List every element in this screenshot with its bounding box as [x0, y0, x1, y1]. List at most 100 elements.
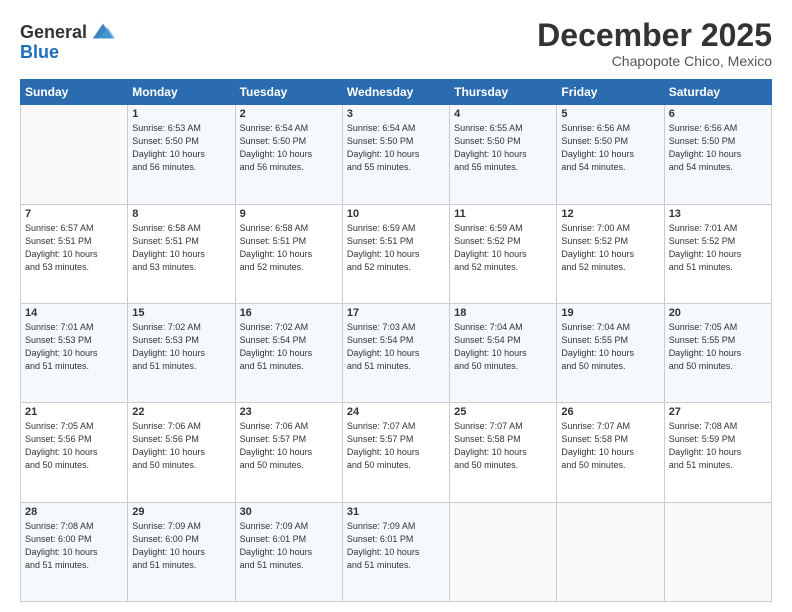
day-number: 2 — [240, 108, 338, 120]
day-info: Sunrise: 7:05 AMSunset: 5:55 PMDaylight:… — [669, 321, 767, 373]
calendar-cell: 26 Sunrise: 7:07 AMSunset: 5:58 PMDayligh… — [557, 403, 664, 502]
calendar-cell: 15Sunrise: 7:02 AMSunset: 5:53 PMDayligh… — [128, 303, 235, 402]
calendar-body: 1Sunrise: 6:53 AMSunset: 5:50 PMDaylight… — [21, 105, 772, 602]
day-number: 29 — [132, 506, 230, 518]
day-info: Sunrise: 7:01 AMSunset: 5:53 PMDaylight:… — [25, 321, 123, 373]
day-number: 23 — [240, 406, 338, 418]
day-info: Sunrise: 7:04 AMSunset: 5:54 PMDaylight:… — [454, 321, 552, 373]
day-info: Sunrise: 7:08 AMSunset: 5:59 PMDaylight:… — [669, 420, 767, 472]
calendar-cell: 11Sunrise: 6:59 AMSunset: 5:52 PMDayligh… — [450, 204, 557, 303]
calendar-cell: 17 Sunrise: 7:03 AMSunset: 5:54 PMDayligh… — [342, 303, 449, 402]
calendar-header-row: SundayMondayTuesdayWednesdayThursdayFrid… — [21, 80, 772, 105]
calendar-cell: 27 Sunrise: 7:08 AMSunset: 5:59 PMDayligh… — [664, 403, 771, 502]
day-number: 16 — [240, 307, 338, 319]
day-number: 6 — [669, 108, 767, 120]
calendar-cell: 21Sunrise: 7:05 AMSunset: 5:56 PMDayligh… — [21, 403, 128, 502]
calendar-table: SundayMondayTuesdayWednesdayThursdayFrid… — [20, 79, 772, 602]
day-number: 17 — [347, 307, 445, 319]
day-info: Sunrise: 7:03 AMSunset: 5:54 PMDaylight:… — [347, 321, 445, 373]
calendar-day-header: Wednesday — [342, 80, 449, 105]
calendar-header: SundayMondayTuesdayWednesdayThursdayFrid… — [21, 80, 772, 105]
logo-general: General — [20, 22, 87, 43]
logo-icon — [89, 18, 117, 46]
day-number: 24 — [347, 406, 445, 418]
calendar-day-header: Tuesday — [235, 80, 342, 105]
day-number: 19 — [561, 307, 659, 319]
day-number: 3 — [347, 108, 445, 120]
calendar-week-row: 7Sunrise: 6:57 AMSunset: 5:51 PMDaylight… — [21, 204, 772, 303]
calendar-day-header: Sunday — [21, 80, 128, 105]
day-info: Sunrise: 7:08 AMSunset: 6:00 PMDaylight:… — [25, 520, 123, 572]
day-number: 13 — [669, 208, 767, 220]
day-number: 22 — [132, 406, 230, 418]
day-info: Sunrise: 7:07 AMSunset: 5:58 PMDaylight:… — [561, 420, 659, 472]
day-number: 27 — [669, 406, 767, 418]
calendar-cell: 1Sunrise: 6:53 AMSunset: 5:50 PMDaylight… — [128, 105, 235, 204]
day-info: Sunrise: 7:00 AMSunset: 5:52 PMDaylight:… — [561, 222, 659, 274]
calendar-cell: 14 Sunrise: 7:01 AMSunset: 5:53 PMDayligh… — [21, 303, 128, 402]
day-number: 8 — [132, 208, 230, 220]
day-info: Sunrise: 6:58 AMSunset: 5:51 PMDaylight:… — [132, 222, 230, 274]
calendar-cell: 23 Sunrise: 7:06 AMSunset: 5:57 PMDayligh… — [235, 403, 342, 502]
day-number: 25 — [454, 406, 552, 418]
day-info: Sunrise: 6:54 AMSunset: 5:50 PMDaylight:… — [347, 122, 445, 174]
calendar-day-header: Saturday — [664, 80, 771, 105]
header: General Blue December 2025 Chapopote Chi… — [20, 18, 772, 69]
day-info: Sunrise: 7:09 AMSunset: 6:00 PMDaylight:… — [132, 520, 230, 572]
day-number: 28 — [25, 506, 123, 518]
day-info: Sunrise: 7:06 AMSunset: 5:56 PMDaylight:… — [132, 420, 230, 472]
day-info: Sunrise: 7:07 AMSunset: 5:58 PMDaylight:… — [454, 420, 552, 472]
day-number: 10 — [347, 208, 445, 220]
day-number: 20 — [669, 307, 767, 319]
page: General Blue December 2025 Chapopote Chi… — [0, 0, 792, 612]
day-info: Sunrise: 6:54 AMSunset: 5:50 PMDaylight:… — [240, 122, 338, 174]
calendar-cell: 4 Sunrise: 6:55 AMSunset: 5:50 PMDaylight… — [450, 105, 557, 204]
day-info: Sunrise: 7:01 AMSunset: 5:52 PMDaylight:… — [669, 222, 767, 274]
calendar-cell: 19 Sunrise: 7:04 AMSunset: 5:55 PMDayligh… — [557, 303, 664, 402]
calendar-cell: 22 Sunrise: 7:06 AMSunset: 5:56 PMDayligh… — [128, 403, 235, 502]
calendar-cell: 29 Sunrise: 7:09 AMSunset: 6:00 PMDayligh… — [128, 502, 235, 601]
day-number: 30 — [240, 506, 338, 518]
calendar-cell — [557, 502, 664, 601]
day-number: 4 — [454, 108, 552, 120]
calendar-cell: 13 Sunrise: 7:01 AMSunset: 5:52 PMDayligh… — [664, 204, 771, 303]
month-title: December 2025 — [537, 18, 772, 53]
day-info: Sunrise: 7:09 AMSunset: 6:01 PMDaylight:… — [240, 520, 338, 572]
calendar-week-row: 21Sunrise: 7:05 AMSunset: 5:56 PMDayligh… — [21, 403, 772, 502]
calendar-cell: 5 Sunrise: 6:56 AMSunset: 5:50 PMDaylight… — [557, 105, 664, 204]
day-info: Sunrise: 7:09 AMSunset: 6:01 PMDaylight:… — [347, 520, 445, 572]
calendar-cell — [664, 502, 771, 601]
day-number: 26 — [561, 406, 659, 418]
calendar-cell: 9Sunrise: 6:58 AMSunset: 5:51 PMDaylight… — [235, 204, 342, 303]
day-number: 1 — [132, 108, 230, 120]
day-info: Sunrise: 6:59 AMSunset: 5:51 PMDaylight:… — [347, 222, 445, 274]
day-info: Sunrise: 6:55 AMSunset: 5:50 PMDaylight:… — [454, 122, 552, 174]
day-info: Sunrise: 7:07 AMSunset: 5:57 PMDaylight:… — [347, 420, 445, 472]
calendar-cell: 18Sunrise: 7:04 AMSunset: 5:54 PMDayligh… — [450, 303, 557, 402]
day-info: Sunrise: 7:02 AMSunset: 5:54 PMDaylight:… — [240, 321, 338, 373]
day-number: 21 — [25, 406, 123, 418]
day-number: 14 — [25, 307, 123, 319]
location: Chapopote Chico, Mexico — [537, 53, 772, 69]
calendar-week-row: 14 Sunrise: 7:01 AMSunset: 5:53 PMDayligh… — [21, 303, 772, 402]
day-info: Sunrise: 7:04 AMSunset: 5:55 PMDaylight:… — [561, 321, 659, 373]
title-block: December 2025 Chapopote Chico, Mexico — [537, 18, 772, 69]
calendar-cell: 10 Sunrise: 6:59 AMSunset: 5:51 PMDayligh… — [342, 204, 449, 303]
logo: General Blue — [20, 18, 117, 63]
calendar-cell: 2 Sunrise: 6:54 AMSunset: 5:50 PMDaylight… — [235, 105, 342, 204]
calendar-cell: 28 Sunrise: 7:08 AMSunset: 6:00 PMDayligh… — [21, 502, 128, 601]
day-number: 9 — [240, 208, 338, 220]
day-info: Sunrise: 6:56 AMSunset: 5:50 PMDaylight:… — [561, 122, 659, 174]
calendar-cell: 31Sunrise: 7:09 AMSunset: 6:01 PMDayligh… — [342, 502, 449, 601]
calendar-cell — [21, 105, 128, 204]
calendar-cell: 7Sunrise: 6:57 AMSunset: 5:51 PMDaylight… — [21, 204, 128, 303]
day-number: 5 — [561, 108, 659, 120]
calendar-cell: 16 Sunrise: 7:02 AMSunset: 5:54 PMDayligh… — [235, 303, 342, 402]
calendar-cell — [450, 502, 557, 601]
calendar-cell: 25 Sunrise: 7:07 AMSunset: 5:58 PMDayligh… — [450, 403, 557, 502]
day-info: Sunrise: 6:57 AMSunset: 5:51 PMDaylight:… — [25, 222, 123, 274]
day-info: Sunrise: 6:56 AMSunset: 5:50 PMDaylight:… — [669, 122, 767, 174]
calendar-day-header: Friday — [557, 80, 664, 105]
day-info: Sunrise: 7:06 AMSunset: 5:57 PMDaylight:… — [240, 420, 338, 472]
calendar-day-header: Monday — [128, 80, 235, 105]
